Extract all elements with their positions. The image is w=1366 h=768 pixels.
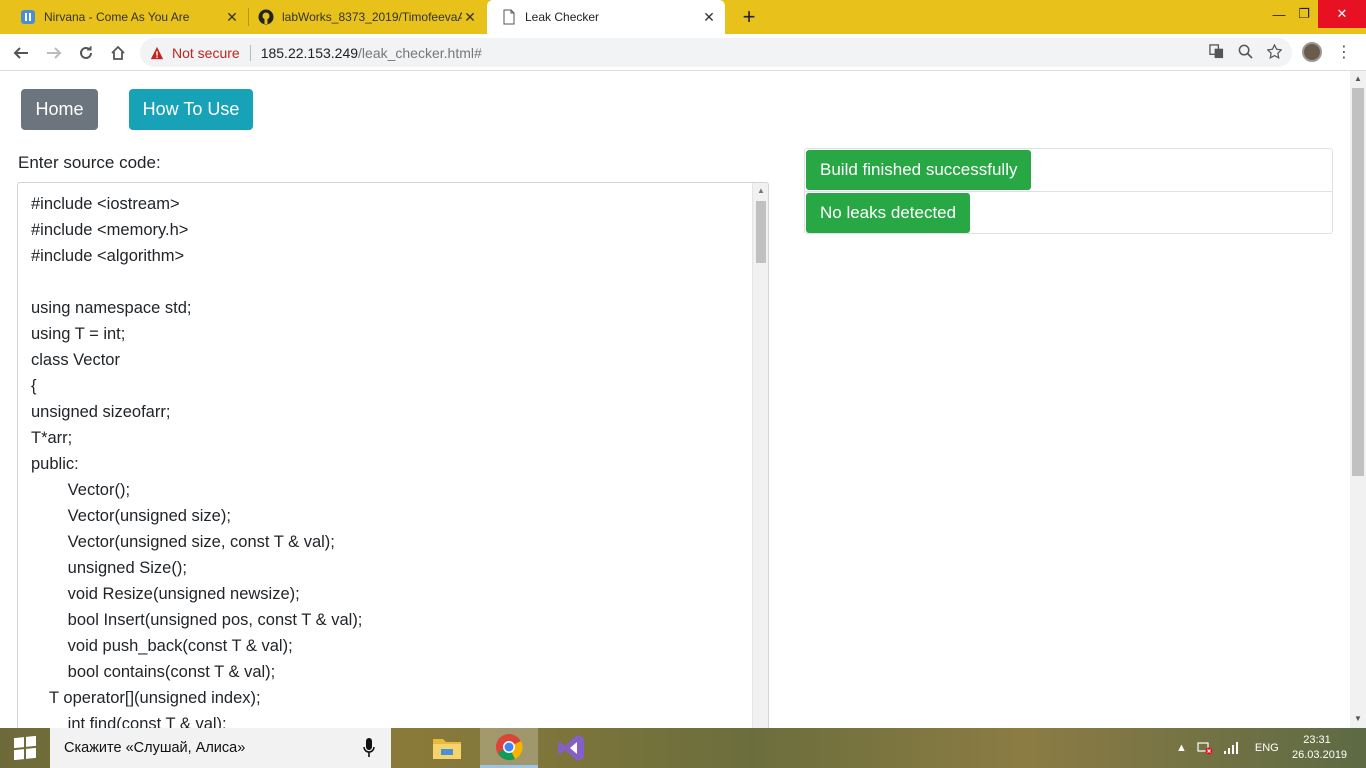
network-icon[interactable] [1197,741,1213,755]
taskbar-search[interactable]: Скажите «Слушай, Алиса» [50,728,391,768]
editor-scroll-thumb[interactable] [756,201,766,263]
code-line: class Vector [31,351,120,369]
start-button[interactable] [0,728,50,768]
search-placeholder: Скажите «Слушай, Алиса» [64,740,246,756]
code-line: int find(const T & val); [31,715,227,728]
system-tray: ▲ ENG [1176,728,1279,768]
code-line: T*arr; [31,429,73,447]
code-line: bool contains(const T & val); [31,663,276,681]
windows-taskbar: Скажите «Слушай, Алиса» ▲ ENG 23:31 26.0… [0,728,1366,768]
tab-strip: Nirvana - Come As You Are ✕ labWorks_837… [0,0,1366,34]
source-code-label: Enter source code: [18,153,161,172]
home-button[interactable]: Home [21,89,98,130]
close-icon[interactable]: ✕ [701,9,717,26]
star-icon[interactable] [1266,43,1283,63]
tab-title: Nirvana - Come As You Are [44,10,190,24]
file-explorer-taskbar-button[interactable] [418,728,476,768]
page-content: Home How To Use Enter source code: #incl… [0,71,1350,728]
taskbar-clock[interactable]: 23:31 26.03.2019 [1292,733,1348,763]
windows-logo-icon [14,735,36,761]
code-line: #include <algorithm> [31,247,185,265]
page-icon [503,9,515,25]
chrome-icon [496,733,523,760]
zoom-icon[interactable] [1238,44,1253,63]
source-code-text[interactable]: #include <iostream> #include <memory.h> #i… [31,191,362,728]
scroll-down-arrow[interactable]: ▼ [1354,714,1362,723]
clock-time: 23:31 [1303,734,1331,746]
tab-title: labWorks_8373_2019/TimofeevaA [282,10,462,24]
scroll-up-arrow[interactable]: ▲ [1354,74,1362,83]
arrow-right-icon [47,47,62,59]
leak-status-badge: No leaks detected [806,193,971,233]
result-row: Build finished successfully [805,149,1332,192]
chrome-taskbar-button[interactable] [480,728,538,768]
code-line: public: [31,455,79,473]
code-line: void push_back(const T & val); [31,637,293,655]
reload-button[interactable] [74,41,98,65]
visual-studio-taskbar-button[interactable] [542,728,600,768]
code-line: #include <iostream> [31,195,180,213]
translate-icon[interactable] [1209,44,1224,63]
tab-labworks[interactable]: labWorks_8373_2019/TimofeevaA ✕ [238,0,486,34]
url-path: /leak_checker.html# [358,44,482,61]
arrow-left-icon [13,47,28,59]
code-line: unsigned Size(); [31,559,187,577]
code-line: void Resize(unsigned newsize); [31,585,300,603]
language-indicator[interactable]: ENG [1255,742,1279,754]
browser-toolbar: Not secure 185.22.153.249/leak_checker.h… [0,34,1366,71]
back-button[interactable] [9,41,33,65]
code-line: bool Insert(unsigned pos, const T & val)… [31,611,363,629]
reload-icon [80,46,92,59]
address-bar[interactable]: Not secure 185.22.153.249/leak_checker.h… [140,38,1292,67]
pause-icon [21,10,35,24]
url-host: 185.22.153.249 [260,44,359,61]
code-line: using namespace std; [31,299,192,317]
file-explorer-icon [433,739,461,759]
menu-icon[interactable]: ⋮ [1336,42,1352,62]
code-line: unsigned sizeofarr; [31,403,171,421]
tab-nirvana[interactable]: Nirvana - Come As You Are ✕ [0,0,248,34]
home-icon [111,45,125,60]
microphone-icon[interactable] [363,738,375,758]
forward-button[interactable] [42,41,66,65]
new-tab-button[interactable]: + [737,4,761,30]
close-window-button[interactable]: ✕ [1318,0,1366,28]
code-line: using T = int; [31,325,126,343]
home-toolbar-button[interactable] [106,41,130,65]
visual-studio-icon [558,735,584,761]
scroll-up-arrow[interactable]: ▲ [757,186,765,195]
editor-scrollbar[interactable]: ▲ [752,183,768,728]
code-line: Vector(); [31,481,131,499]
code-line: #include <memory.h> [31,221,189,239]
address-bar-actions [1209,43,1283,63]
how-to-use-button[interactable]: How To Use [129,89,253,130]
code-line: Vector(unsigned size, const T & val); [31,533,335,551]
build-status-badge: Build finished successfully [806,150,1032,190]
results-panel: Build finished successfully No leaks det… [804,148,1333,234]
tab-leak-checker[interactable]: Leak Checker ✕ [487,0,725,34]
tab-title: Leak Checker [525,10,600,24]
warning-icon [150,46,164,59]
code-line: Vector(unsigned size); [31,507,231,525]
address-divider [249,44,251,61]
result-row: No leaks detected [805,191,1332,234]
github-icon [258,9,274,25]
restore-button[interactable]: ❐ [1290,0,1318,28]
close-icon[interactable]: ✕ [462,9,478,26]
clock-date: 26.03.2019 [1292,749,1348,761]
page-scroll-thumb[interactable] [1352,88,1364,476]
profile-avatar[interactable] [1302,42,1322,62]
security-label[interactable]: Not secure [172,45,240,61]
chevron-up-icon[interactable]: ▲ [1176,742,1187,754]
source-code-textarea[interactable]: #include <iostream> #include <memory.h> #i… [17,182,769,728]
code-line: { [31,377,37,395]
code-line: T operator[](unsigned index); [31,689,261,707]
page-scrollbar[interactable]: ▲ ▼ [1350,71,1366,728]
signal-icon[interactable] [1223,741,1239,755]
